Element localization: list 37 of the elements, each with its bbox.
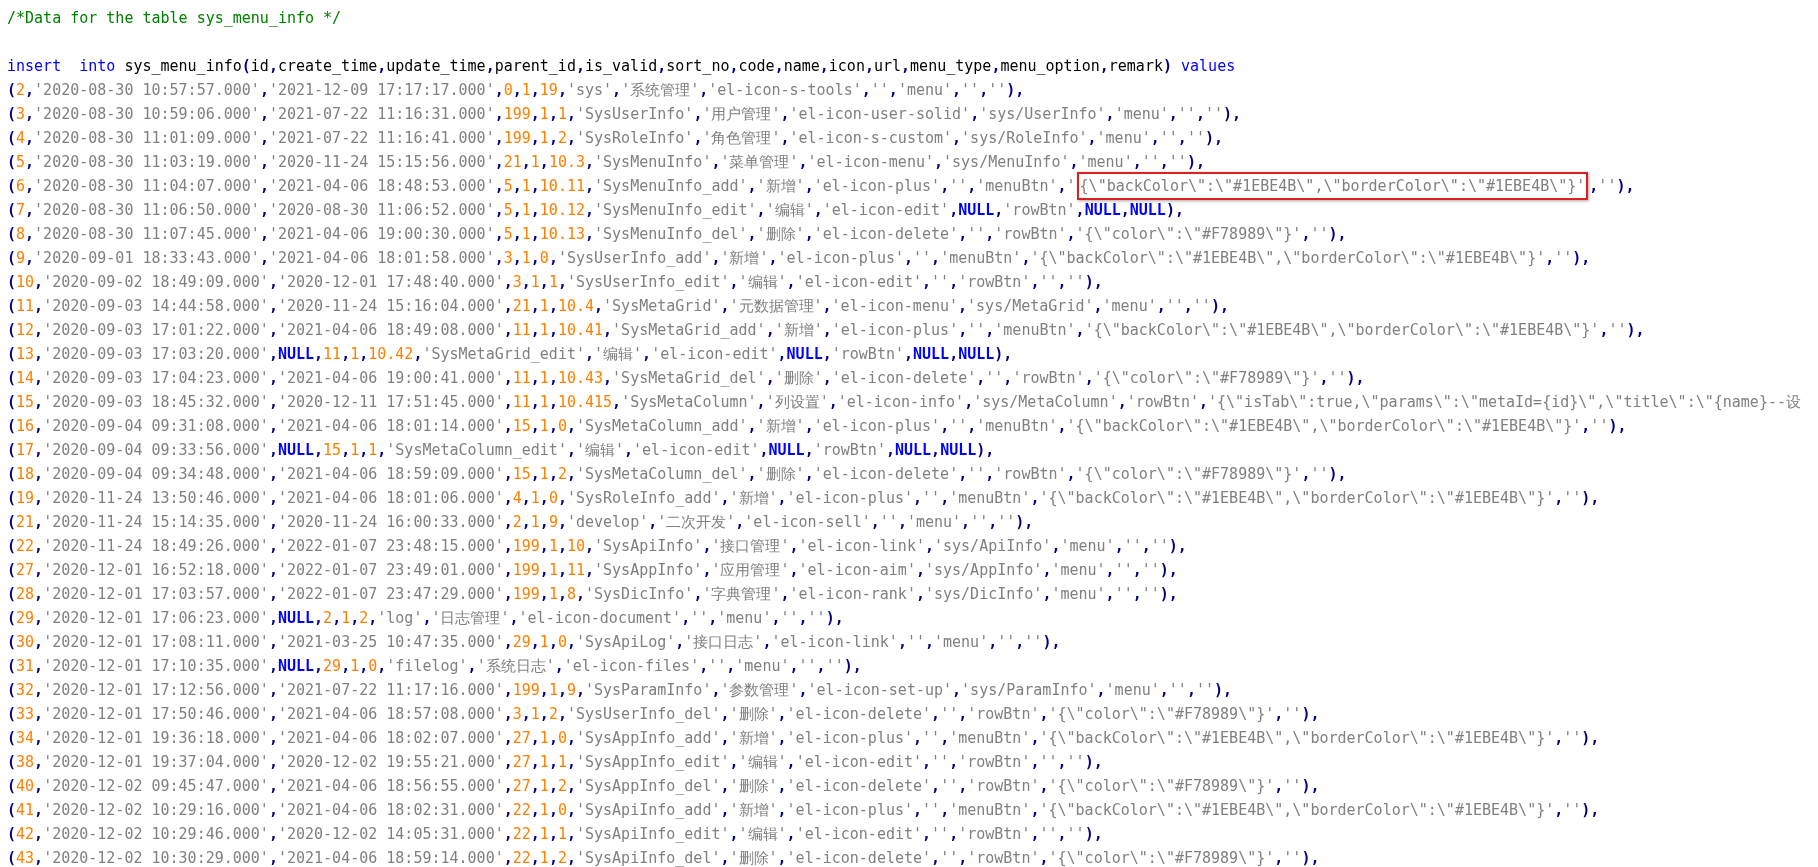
code-line: (38,'2020-12-01 19:37:04.000','2020-12-02 19:55:21.000',27,1,1,'SysAppInfo_edit','编辑','el-icon-edit','','rowBtn','',''), bbox=[7, 752, 1104, 773]
code-line: (4,'2020-08-30 11:01:09.000','2021-07-22 11:16:41.000',199,1,2,'SysRoleInfo','角色管理','el-icon-s-custom','sys/RoleInfo','menu','',''), bbox=[7, 128, 1224, 149]
code-line: (22,'2020-11-24 18:49:26.000','2022-01-07 23:48:15.000',199,1,10,'SysApiInfo','接口管理','el-icon-link','sys/ApiInfo','menu','',''), bbox=[7, 536, 1188, 557]
code-line: (9,'2020-09-01 18:33:43.000','2021-04-06 18:01:58.000',3,1,0,'SysUserInfo_add','新增','el-icon-plus','','menuBtn','{\"backColor\":\"#1EBE4B\",\"borderColor\":\"#1EBE4B\"}',''), bbox=[7, 248, 1592, 269]
code-line: (18,'2020-09-04 09:34:48.000','2021-04-06 18:59:09.000',15,1,2,'SysMetaColumn_del','删除','el-icon-delete','','rowBtn','{\"color\":\"#F78989\"}',''), bbox=[7, 464, 1348, 485]
code-line: (2,'2020-08-30 10:57:57.000','2021-12-09 17:17:17.000',0,1,19,'sys','系统管理','el-icon-s-tools','','menu','',''), bbox=[7, 80, 1026, 101]
code-line: (11,'2020-09-03 14:44:58.000','2020-11-24 15:16:04.000',21,1,10.4,'SysMetaGrid','元数据管理','el-icon-menu','sys/MetaGrid','menu','',''), bbox=[7, 296, 1230, 317]
code-line: (28,'2020-12-01 17:03:57.000','2022-01-07 23:47:29.000',199,1,8,'SysDicInfo','字典管理','el-icon-rank','sys/DicInfo','menu','',''), bbox=[7, 584, 1179, 605]
code-line: (10,'2020-09-02 18:49:09.000','2020-12-01 17:48:40.000',3,1,1,'SysUserInfo_edit','编辑','el-icon-edit','','rowBtn','',''), bbox=[7, 272, 1104, 293]
code-line: (33,'2020-12-01 17:50:46.000','2021-04-06 18:57:08.000',3,1,2,'SysUserInfo_del','删除','el-icon-delete','','rowBtn','{\"color\":\"#F78989\"}',''), bbox=[7, 704, 1321, 725]
code-line: (17,'2020-09-04 09:33:56.000',NULL,15,1,1,'SysMetaColumn_edit','编辑','el-icon-edit',NULL,'rowBtn',NULL,NULL), bbox=[7, 440, 996, 461]
code-line: (15,'2020-09-03 18:45:32.000','2020-12-11 17:51:45.000',11,1,10.415,'SysMetaColumn','列设置','el-icon-info','sys/MetaColumn','rowBtn','{\"isTab\":true,\"params\":\"metaId={id}\",\"title\":\"{name}--设 bbox=[7, 392, 1802, 413]
code-text: (6,'2020-08-30 11:04:07.000','2021-04-06 18:48:53.000',5,1,10.11,'SysMenuInfo_add','新增','el-icon-plus','','menuBtn',' bbox=[7, 176, 1076, 196]
code-line: (14,'2020-09-03 17:04:23.000','2021-04-06 19:00:41.000',11,1,10.43,'SysMetaGrid_del','删除','el-icon-delete','','rowBtn','{\"color\":\"#F78989\"}',''), bbox=[7, 368, 1366, 389]
code-line: (13,'2020-09-03 17:03:20.000',NULL,11,1,10.42,'SysMetaGrid_edit','编辑','el-icon-edit',NULL,'rowBtn',NULL,NULL), bbox=[7, 344, 1014, 365]
code-comment: /*Data for the table sys_menu_info */ bbox=[7, 8, 343, 29]
code-line: (19,'2020-11-24 13:50:46.000','2021-04-06 18:01:06.000',4,1,0,'SysRoleInfo_add','新增','el-icon-plus','','menuBtn','{\"backColor\":\"#1EBE4B\",\"borderColor\":\"#1EBE4B\"}',''), bbox=[7, 488, 1601, 509]
code-line: (40,'2020-12-02 09:45:47.000','2021-04-06 18:56:55.000',27,1,2,'SysAppInfo_del','删除','el-icon-delete','','rowBtn','{\"color\":\"#F78989\"}',''), bbox=[7, 776, 1321, 797]
code-line: (3,'2020-08-30 10:59:06.000','2021-07-22 11:16:31.000',199,1,1,'SysUserInfo','用户管理','el-icon-user-solid','sys/UserInfo','menu','',''), bbox=[7, 104, 1243, 125]
code-line: (34,'2020-12-01 19:36:18.000','2021-04-06 18:02:07.000',27,1,0,'SysAppInfo_add','新增','el-icon-plus','','menuBtn','{\"backColor\":\"#1EBE4B\",\"borderColor\":\"#1EBE4B\"}',''), bbox=[7, 728, 1601, 749]
code-line: (32,'2020-12-01 17:12:56.000','2021-07-22 11:17:16.000',199,1,9,'SysParamInfo','参数管理','el-icon-set-up','sys/ParamInfo','menu','',''), bbox=[7, 680, 1234, 701]
code-line: (5,'2020-08-30 11:03:19.000','2020-11-24 15:15:56.000',21,1,10.3,'SysMenuInfo','菜单管理','el-icon-menu','sys/MenuInfo','menu','',''), bbox=[7, 152, 1206, 173]
code-line: (42,'2020-12-02 10:29:46.000','2020-12-02 14:05:31.000',22,1,1,'SysApiInfo_edit','编辑','el-icon-edit','','rowBtn','',''), bbox=[7, 824, 1104, 845]
code-line: (30,'2020-12-01 17:08:11.000','2021-03-25 10:47:35.000',29,1,0,'SysApiLog','接口日志','el-icon-link','','menu','',''), bbox=[7, 632, 1062, 653]
code-text: ,''), bbox=[1589, 176, 1635, 196]
code-line: (8,'2020-08-30 11:07:45.000','2021-04-06 19:00:30.000',5,1,10.13,'SysMenuInfo_del','删除','el-icon-delete','','rowBtn','{\"color\":\"#F78989\"}',''), bbox=[7, 224, 1348, 245]
code-line: (21,'2020-11-24 15:14:35.000','2020-11-24 16:00:33.000',2,1,9,'develop','二次开发','el-icon-sell','','menu','',''), bbox=[7, 512, 1035, 533]
code-line: (12,'2020-09-03 17:01:22.000','2021-04-06 18:49:08.000',11,1,10.41,'SysMetaGrid_add','新增','el-icon-plus','','menuBtn','{\"backColor\":\"#1EBE4B\",\"borderColor\":\"#1EBE4B\"}',''), bbox=[7, 320, 1646, 341]
code-line: (16,'2020-09-04 09:31:08.000','2021-04-06 18:01:14.000',15,1,0,'SysMetaColumn_add','新增','el-icon-plus','','menuBtn','{\"backColor\":\"#1EBE4B\",\"borderColor\":\"#1EBE4B\"}',''), bbox=[7, 416, 1628, 437]
code-line: (7,'2020-08-30 11:06:50.000','2020-08-30 11:06:52.000',5,1,10.12,'SysMenuInfo_edit','编辑','el-icon-edit',NULL,'rowBtn',NULL,NULL), bbox=[7, 200, 1185, 221]
code-line: (41,'2020-12-02 10:29:16.000','2021-04-06 18:02:31.000',22,1,0,'SysApiInfo_add','新增','el-icon-plus','','menuBtn','{\"backColor\":\"#1EBE4B\",\"borderColor\":\"#1EBE4B\"}',''), bbox=[7, 800, 1601, 821]
code-line: insert into sys_menu_info(id,create_time,update_time,parent_id,is_valid,sort_no,code,name,icon,url,menu_type,menu_option,remark) values bbox=[7, 56, 1237, 77]
code-line: (31,'2020-12-01 17:10:35.000',NULL,29,1,0,'filelog','系统日志','el-icon-files','','menu','',''), bbox=[7, 656, 863, 677]
code-line: (43,'2020-12-02 10:30:29.000','2021-04-06 18:59:14.000',22,1,2,'SysApiInfo_del','删除','el-icon-delete','','rowBtn','{\"color\":\"#F78989\"}',''), bbox=[7, 848, 1321, 867]
highlight-box: {\"backColor\":\"#1EBE4B\",\"borderColor\":\"#1EBE4B\"}' bbox=[1076, 172, 1589, 200]
code-line: (27,'2020-12-01 16:52:18.000','2022-01-07 23:49:01.000',199,1,11,'SysAppInfo','应用管理','el-icon-aim','sys/AppInfo','menu','',''), bbox=[7, 560, 1179, 581]
code-line: (29,'2020-12-01 17:06:23.000',NULL,2,1,2,'log','日志管理','el-icon-document','','menu','',''), bbox=[7, 608, 845, 629]
